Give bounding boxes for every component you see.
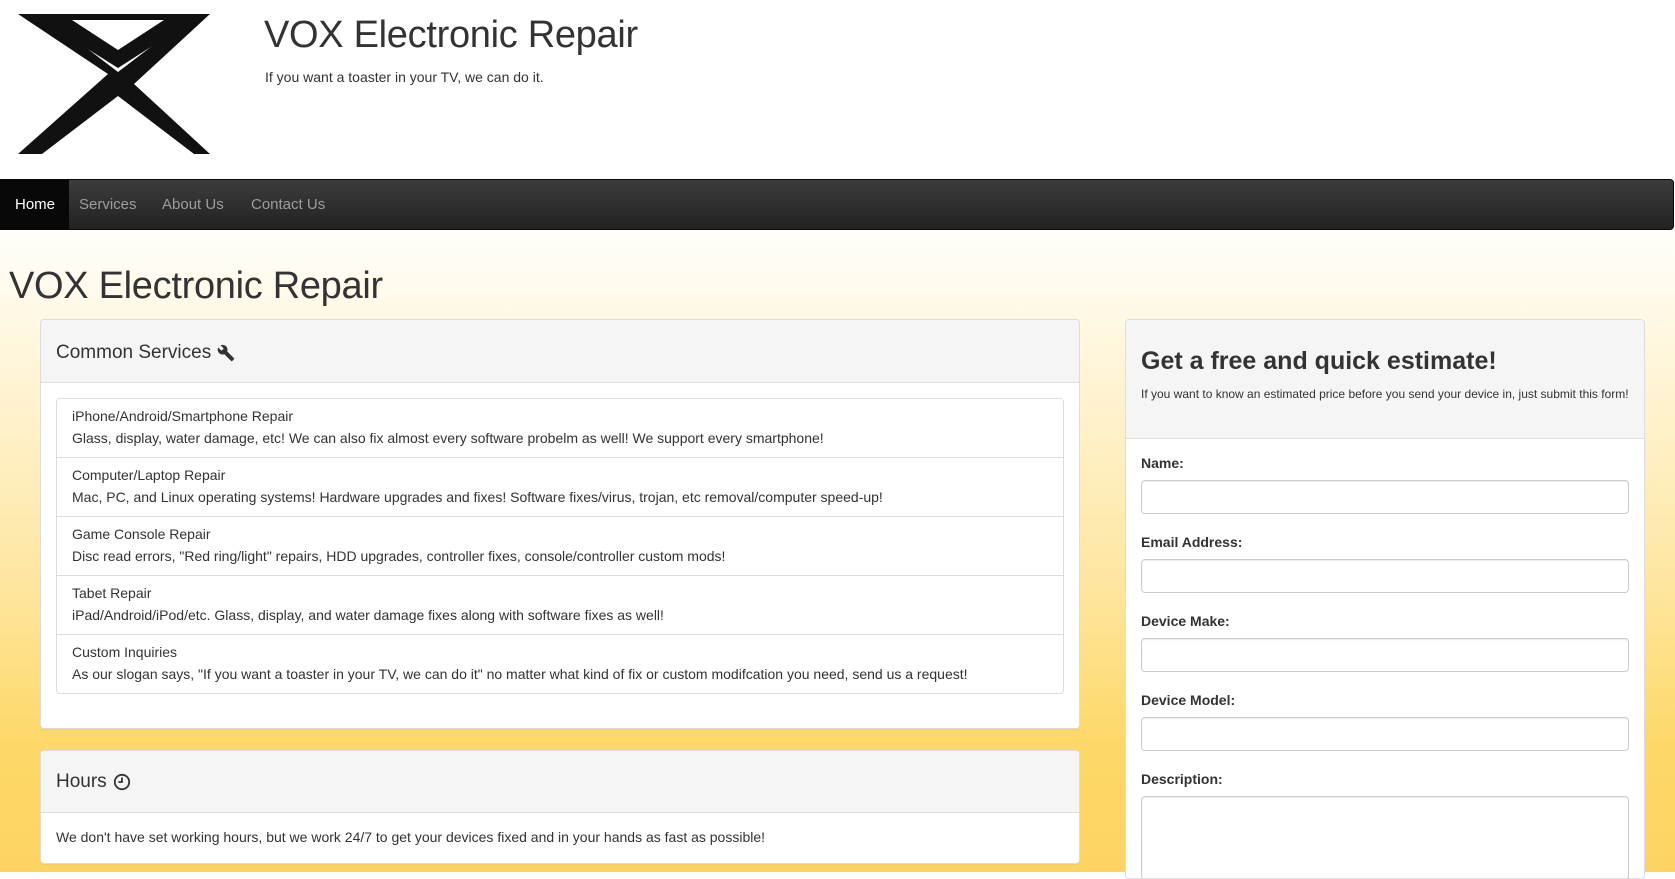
description-field[interactable] <box>1141 796 1629 878</box>
services-panel-heading: Common Services <box>41 320 1079 383</box>
list-item: Custom Inquiries As our slogan says, "If… <box>57 635 1063 693</box>
nav-services[interactable]: Services <box>65 180 151 229</box>
list-item: Computer/Laptop Repair Mac, PC, and Linu… <box>57 458 1063 517</box>
estimate-description: If you want to know an estimated price b… <box>1141 387 1629 401</box>
service-title: Custom Inquiries <box>72 644 178 660</box>
site-tagline: If you want a toaster in your TV, we can… <box>265 69 544 85</box>
service-title: iPhone/Android/Smartphone Repair <box>72 408 294 424</box>
hours-text: We don't have set working hours, but we … <box>56 829 766 845</box>
nav-about-us[interactable]: About Us <box>148 180 238 229</box>
main-content: VOX Electronic Repair Common Services iP… <box>0 230 1675 879</box>
estimate-panel-heading: Get a free and quick estimate! If you wa… <box>1126 320 1644 439</box>
wrench-icon <box>217 344 235 362</box>
service-title: Tabet Repair <box>72 585 152 601</box>
email-field[interactable] <box>1141 559 1629 593</box>
nav-contact-us[interactable]: Contact Us <box>237 180 339 229</box>
hours-panel-heading: Hours <box>41 751 1079 813</box>
description-label: Description: <box>1141 771 1223 787</box>
estimate-panel: Get a free and quick estimate! If you wa… <box>1125 319 1645 879</box>
service-description: iPad/Android/iPod/etc. Glass, display, a… <box>72 607 664 623</box>
site-title: VOX Electronic Repair <box>264 14 638 56</box>
services-list: iPhone/Android/Smartphone Repair Glass, … <box>56 398 1064 694</box>
service-title: Computer/Laptop Repair <box>72 467 226 483</box>
name-label: Name: <box>1141 455 1184 471</box>
vox-logo <box>18 14 210 154</box>
services-title: Common Services <box>56 342 212 363</box>
nav-home[interactable]: Home <box>1 180 70 229</box>
site-header: VOX Electronic Repair If you want a toas… <box>0 0 1675 179</box>
service-description: Glass, display, water damage, etc! We ca… <box>72 430 824 446</box>
common-services-panel: Common Services iPhone/Android/Smartphon… <box>40 319 1080 729</box>
service-description: Mac, PC, and Linux operating systems! Ha… <box>72 489 883 505</box>
page-title: VOX Electronic Repair <box>9 265 383 307</box>
list-item: Game Console Repair Disc read errors, "R… <box>57 517 1063 576</box>
device-make-label: Device Make: <box>1141 613 1230 629</box>
estimate-title: Get a free and quick estimate! <box>1141 347 1497 375</box>
device-model-label: Device Model: <box>1141 692 1236 708</box>
estimate-form: Name: Email Address: Device Make: Device… <box>1126 439 1644 878</box>
device-make-field[interactable] <box>1141 638 1629 672</box>
name-field[interactable] <box>1141 480 1629 514</box>
service-description: Disc read errors, "Red ring/light" repai… <box>72 548 726 564</box>
hours-panel: Hours We don't have set working hours, b… <box>40 750 1080 864</box>
list-item: Tabet Repair iPad/Android/iPod/etc. Glas… <box>57 576 1063 635</box>
list-item: iPhone/Android/Smartphone Repair Glass, … <box>57 399 1063 458</box>
main-navbar: Home Services About Us Contact Us <box>0 179 1674 230</box>
clock-icon <box>113 773 131 791</box>
service-title: Game Console Repair <box>72 526 211 542</box>
hours-title: Hours <box>56 771 107 792</box>
device-model-field[interactable] <box>1141 717 1629 751</box>
service-description: As our slogan says, "If you want a toast… <box>72 666 968 682</box>
email-label: Email Address: <box>1141 534 1243 550</box>
